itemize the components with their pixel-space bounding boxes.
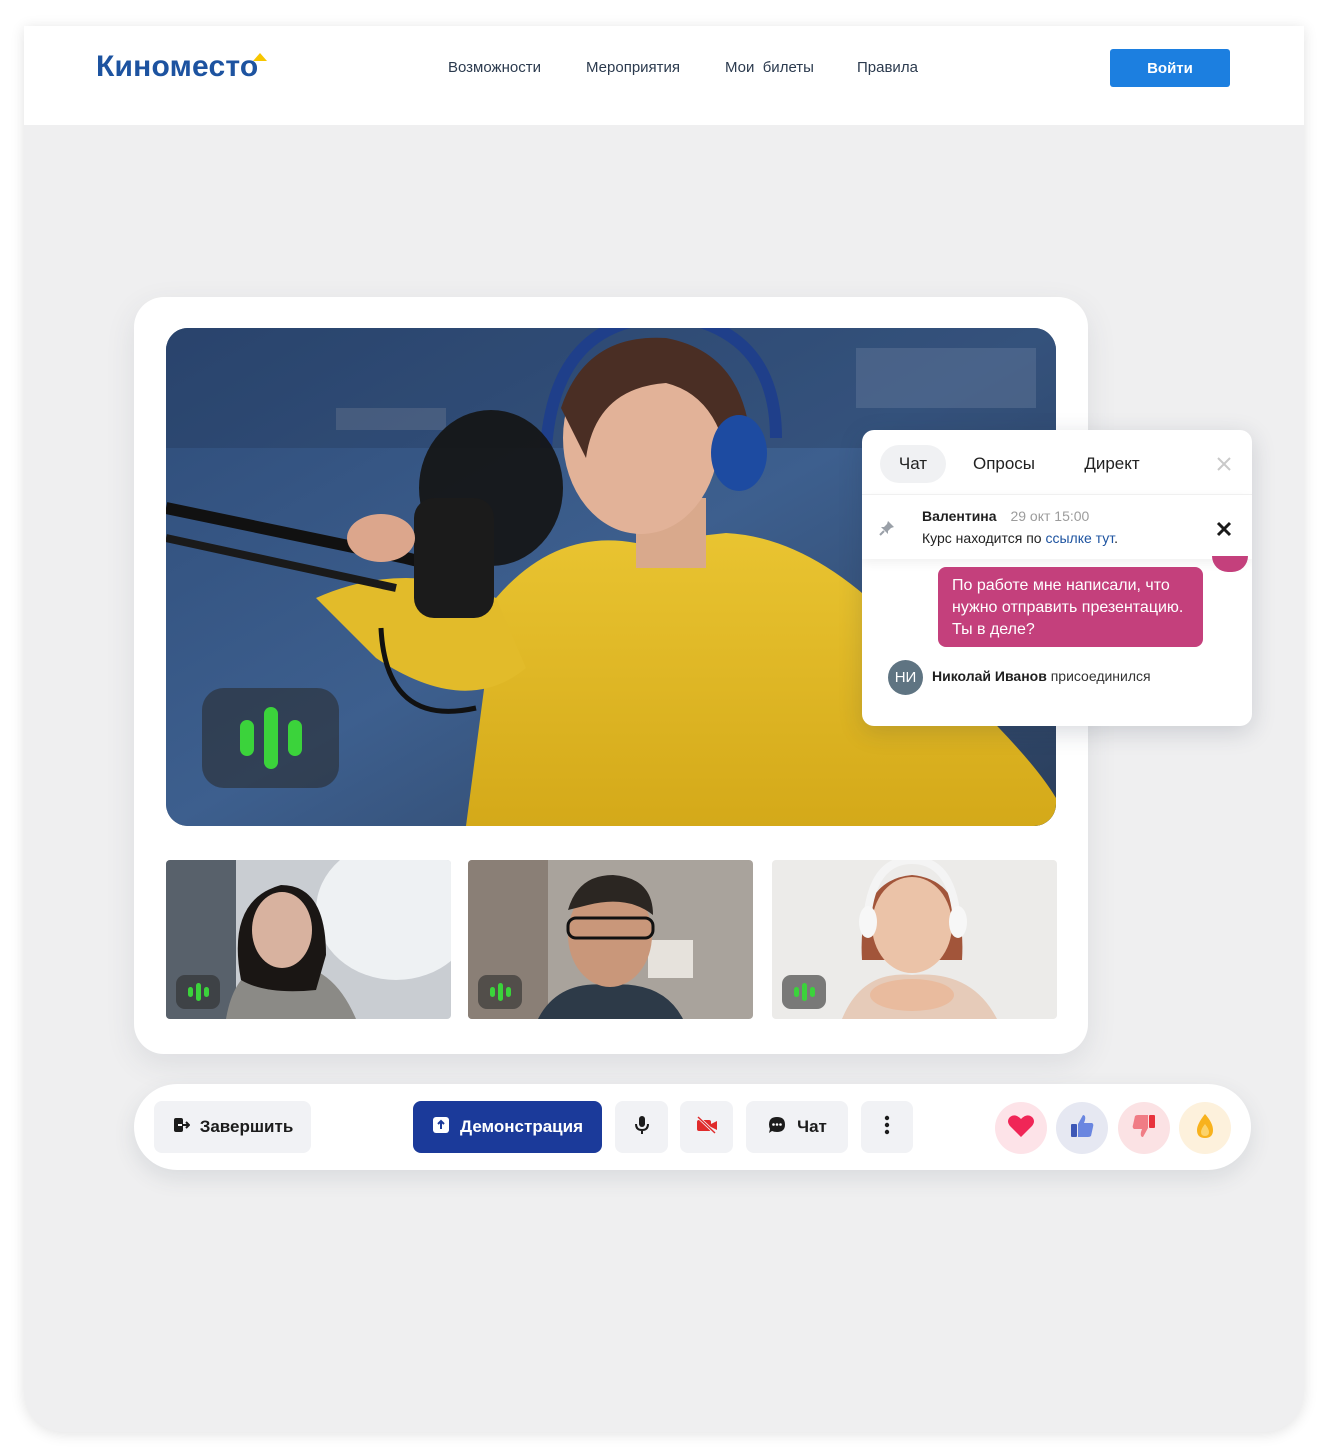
reaction-heart-button[interactable]	[995, 1102, 1047, 1154]
nav-link-features[interactable]: Возможности	[448, 59, 541, 76]
nav-link-events[interactable]: Мероприятия	[586, 59, 680, 76]
chat-toggle-button[interactable]: Чат	[746, 1101, 848, 1153]
pinned-text-end: .	[1114, 530, 1118, 546]
microphone-button[interactable]	[615, 1101, 668, 1153]
screen-share-label: Демонстрация	[460, 1117, 583, 1136]
top-bar: Киноместо Возможности Мероприятия Мои би…	[24, 26, 1304, 125]
pinned-time: 29 окт 15:00	[1010, 508, 1090, 524]
close-chat-icon[interactable]	[1214, 454, 1234, 474]
participant-tile-3[interactable]	[772, 860, 1057, 1019]
call-control-bar: Завершить Демонстрация Чат	[134, 1084, 1251, 1170]
thumbs-down-icon	[1130, 1112, 1158, 1145]
sender-avatar	[1212, 556, 1248, 572]
pinned-author: Валентина	[922, 508, 997, 524]
chat-message-bubble: По работе мне написали, что нужно отправ…	[938, 567, 1203, 647]
screen-share-button[interactable]: Демонстрация	[413, 1101, 602, 1153]
end-call-label: Завершить	[199, 1117, 294, 1136]
pinned-link[interactable]: ссылке тут	[1045, 530, 1114, 546]
participant-2-audio-icon	[478, 975, 522, 1009]
logo[interactable]: Киноместо	[96, 50, 258, 84]
participant-3-audio-icon	[782, 975, 826, 1009]
reaction-fire-button[interactable]	[1179, 1102, 1231, 1154]
joined-status: присоединился	[1050, 668, 1151, 684]
unpin-close-icon[interactable]	[1214, 519, 1234, 539]
thumbs-up-icon	[1068, 1112, 1096, 1145]
fire-icon	[1194, 1112, 1216, 1145]
participant-tile-1[interactable]	[166, 860, 451, 1019]
nav-link-rules[interactable]: Правила	[857, 59, 918, 76]
camera-off-icon	[696, 1115, 718, 1139]
reaction-dislike-button[interactable]	[1118, 1102, 1170, 1154]
camera-toggle-button[interactable]	[680, 1101, 733, 1153]
tab-chat[interactable]: Чат	[880, 445, 946, 483]
joined-user-name: Николай Иванов	[932, 668, 1047, 684]
tab-polls[interactable]: Опросы	[958, 445, 1050, 483]
app-frame: Киноместо Возможности Мероприятия Мои би…	[24, 26, 1304, 1432]
login-button[interactable]: Войти	[1110, 49, 1230, 87]
participant-1-audio-icon	[176, 975, 220, 1009]
speaker-audio-indicator-icon	[202, 688, 339, 788]
exit-icon	[172, 1116, 191, 1139]
pinned-text: Курс находится по	[922, 530, 1046, 546]
pin-icon	[878, 519, 896, 537]
more-vertical-icon	[884, 1115, 890, 1140]
upload-icon	[432, 1116, 450, 1139]
nav-link-my-tickets[interactable]: Мои билеты	[725, 59, 814, 76]
participant-tile-2[interactable]	[468, 860, 753, 1019]
chat-toggle-label: Чат	[797, 1117, 827, 1136]
chat-panel: Чат Опросы Директ Валентина 29 окт 15:00…	[862, 430, 1252, 726]
user-avatar: НИ	[888, 660, 923, 695]
reaction-like-button[interactable]	[1056, 1102, 1108, 1154]
heart-icon	[1007, 1113, 1035, 1144]
tab-direct[interactable]: Директ	[1068, 445, 1156, 483]
pinned-message: Валентина 29 окт 15:00 Курс находится по…	[862, 494, 1252, 559]
logo-mark-icon	[253, 53, 267, 61]
end-call-button[interactable]: Завершить	[154, 1101, 311, 1153]
microphone-icon	[633, 1115, 651, 1140]
more-options-button[interactable]	[861, 1101, 913, 1153]
chat-bubble-icon	[767, 1115, 787, 1140]
